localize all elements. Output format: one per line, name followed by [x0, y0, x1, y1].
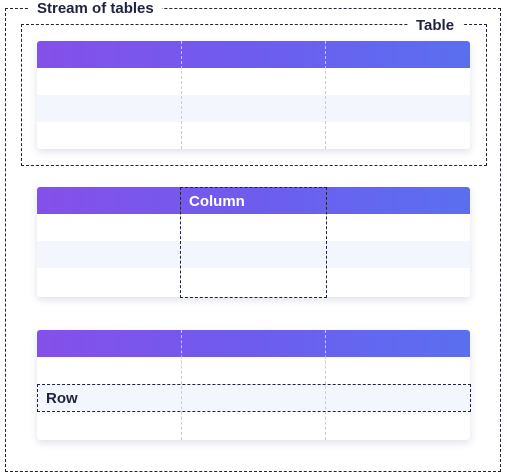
- table-label: Table: [408, 17, 463, 35]
- table-1: [37, 41, 470, 149]
- row-label: Row: [46, 390, 78, 407]
- table-row: [37, 411, 470, 438]
- stream-label: Stream of tables: [29, 0, 162, 18]
- column-label: Column: [189, 193, 245, 210]
- column-divider: [181, 41, 182, 149]
- table-header: [37, 41, 470, 68]
- column-divider: [325, 41, 326, 149]
- table-row: [37, 95, 470, 122]
- table-row: [37, 68, 470, 95]
- table-header: [37, 330, 470, 357]
- column-highlight: Column: [180, 187, 327, 298]
- table-row: [37, 122, 470, 149]
- row-highlight: Row: [37, 384, 471, 412]
- table-row: [37, 357, 470, 384]
